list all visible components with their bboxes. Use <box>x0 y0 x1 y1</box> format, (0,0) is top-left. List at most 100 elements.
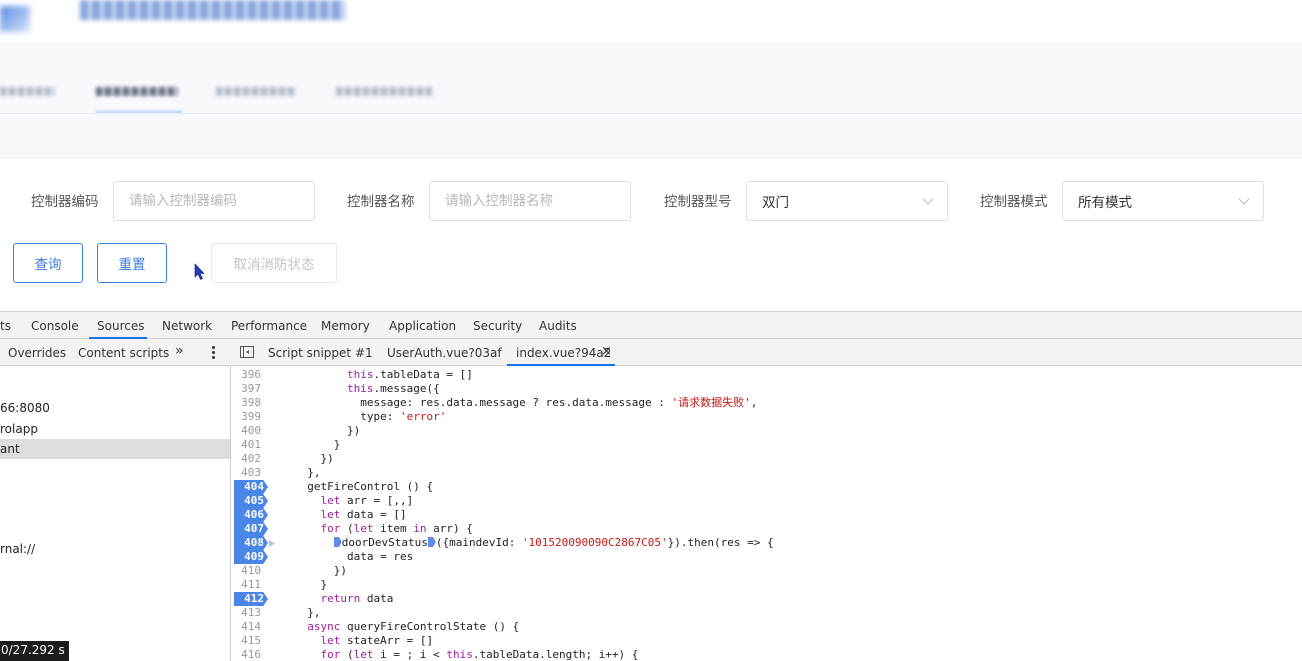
code-view[interactable]: 396 this.tableData = [] 397 this.message(… <box>231 366 1302 661</box>
devtools-tab-sources[interactable]: Sources <box>97 319 144 333</box>
code-line[interactable]: 410 }) <box>231 564 1302 578</box>
devtools-tab-memory[interactable]: Memory <box>321 319 370 333</box>
code-text: this.tableData = [] <box>346 368 473 381</box>
devtools-tab-network[interactable]: Network <box>162 319 212 333</box>
tree-item-internal[interactable]: rnal:// <box>0 539 230 559</box>
code-label: 控制器编码 <box>31 194 99 210</box>
devtools-tab-security[interactable]: Security <box>473 319 522 333</box>
query-button[interactable]: 查询 <box>13 243 83 283</box>
navigator-tab-overrides[interactable]: Overrides <box>8 346 66 360</box>
inline-breakpoint-icon[interactable] <box>333 537 342 547</box>
tree-item-folder[interactable]: rolapp <box>0 419 230 439</box>
breakpoint-marker[interactable]: 407 <box>234 522 268 536</box>
line-number[interactable]: 413 <box>231 606 261 620</box>
devtools-tab-elements[interactable]: ts <box>0 319 11 333</box>
tree-item-selected[interactable]: ant <box>0 439 230 459</box>
breakpoint-marker[interactable]: 405 <box>234 494 268 508</box>
file-tab-index[interactable]: index.vue?94a2 <box>516 346 611 360</box>
editor-file-tabs: Script snippet #1 UserAuth.vue?03af inde… <box>231 339 1302 366</box>
code-text: doorDevStatus ({maindevId: '101520090090C… <box>294 536 774 550</box>
code-line[interactable]: 412 return data <box>231 592 1302 606</box>
double-chevron-right-icon[interactable]: » <box>175 343 184 359</box>
code-line[interactable]: 408 doorDevStatus ({maindevId: '101520090… <box>231 536 1302 550</box>
code-line[interactable]: 403 }, <box>231 466 1302 480</box>
code-text: let stateArr = [] <box>320 634 434 647</box>
code-line[interactable]: 405 let arr = [,,] <box>231 494 1302 508</box>
line-number[interactable]: 414 <box>231 620 261 634</box>
code-line[interactable]: 404 getFireControl () { <box>231 480 1302 494</box>
name-label: 控制器名称 <box>347 194 415 210</box>
code-line[interactable]: 409 data = res <box>231 550 1302 564</box>
mode-select-value: 所有模式 <box>1078 195 1132 211</box>
page-tab-strip <box>0 44 1302 159</box>
breakpoint-marker[interactable]: 408 <box>234 536 268 550</box>
line-number[interactable]: 400 <box>231 424 261 438</box>
line-number[interactable]: 403 <box>231 466 261 480</box>
code-text: }) <box>294 452 334 465</box>
devtools-tab-performance[interactable]: Performance <box>231 319 307 333</box>
page-tab-2[interactable] <box>96 87 178 96</box>
chevron-down-icon <box>1238 192 1250 205</box>
line-number[interactable]: 396 <box>231 368 261 382</box>
code-line[interactable]: 415 let stateArr = [] <box>231 634 1302 648</box>
breakpoint-marker[interactable]: 406 <box>234 508 268 522</box>
code-text: } <box>294 438 341 451</box>
line-number[interactable]: 401 <box>231 438 261 452</box>
code-line[interactable]: 411 } <box>231 578 1302 592</box>
code-text: type: 'error' <box>294 410 447 423</box>
file-tab-userauth[interactable]: UserAuth.vue?03af <box>387 346 502 360</box>
devtools-tabbar: ts Console Sources Network Performance M… <box>0 312 1302 339</box>
line-number[interactable]: 402 <box>231 452 261 466</box>
code-line[interactable]: 416 for (let i = ; i < this.tableData.le… <box>231 648 1302 661</box>
sources-navigator: Overrides Content scripts » 66:8080 rola… <box>0 339 231 661</box>
line-number[interactable]: 411 <box>231 578 261 592</box>
line-number[interactable]: 416 <box>231 648 261 661</box>
line-number[interactable]: 415 <box>231 634 261 648</box>
code-line[interactable]: 397 this.message({ <box>231 382 1302 396</box>
mouse-cursor-icon <box>194 263 205 280</box>
code-text: let arr = [,,] <box>320 494 414 507</box>
code-text: }, <box>294 606 321 619</box>
code-text: }, <box>294 466 321 479</box>
code-line[interactable]: 398 message: res.data.message ? res.data… <box>231 396 1302 410</box>
toggle-navigator-icon[interactable] <box>240 346 254 358</box>
page-tab-1[interactable] <box>0 87 55 96</box>
code-text: return data <box>320 592 394 605</box>
tab-divider <box>0 113 1302 114</box>
code-line[interactable]: 407 for (let item in arr) { <box>231 522 1302 536</box>
line-number[interactable]: 399 <box>231 410 261 424</box>
code-line[interactable]: 414 async queryFireControlState () { <box>231 620 1302 634</box>
inline-breakpoint-icon[interactable] <box>427 537 436 547</box>
code-text: } <box>294 578 328 591</box>
code-line[interactable]: 402 }) <box>231 452 1302 466</box>
breakpoint-marker[interactable]: 404 <box>234 480 268 494</box>
line-number[interactable]: 398 <box>231 396 261 410</box>
code-text: message: res.data.message ? res.data.mes… <box>294 396 758 409</box>
cancel-fire-state-button[interactable]: 取消消防状态 <box>211 243 337 283</box>
devtools-tab-audits[interactable]: Audits <box>539 319 577 333</box>
kebab-menu-icon[interactable] <box>212 346 216 360</box>
page-tab-4[interactable] <box>336 87 432 96</box>
code-input[interactable] <box>113 181 315 221</box>
breakpoint-marker[interactable]: 412 <box>234 592 268 606</box>
code-line[interactable]: 401 } <box>231 438 1302 452</box>
code-line[interactable]: 399 type: 'error' <box>231 410 1302 424</box>
file-tab-snippet[interactable]: Script snippet #1 <box>268 346 373 360</box>
page-tab-3[interactable] <box>216 87 296 96</box>
code-line[interactable]: 406 let data = [] <box>231 508 1302 522</box>
line-number[interactable]: 410 <box>231 564 261 578</box>
code-line[interactable]: 396 this.tableData = [] <box>231 368 1302 382</box>
reset-button[interactable]: 重置 <box>97 243 167 283</box>
close-icon[interactable]: × <box>601 344 612 359</box>
tree-item-host[interactable]: 66:8080 <box>0 398 230 418</box>
devtools-tab-console[interactable]: Console <box>31 319 79 333</box>
code-line[interactable]: 413 }, <box>231 606 1302 620</box>
devtools-tab-application[interactable]: Application <box>389 319 456 333</box>
breakpoint-marker[interactable]: 409 <box>234 550 268 564</box>
mode-select[interactable]: 所有模式 <box>1062 181 1264 221</box>
navigator-tab-content-scripts[interactable]: Content scripts <box>78 346 169 360</box>
type-select[interactable]: 双门 <box>746 181 948 221</box>
name-input[interactable] <box>429 181 631 221</box>
code-line[interactable]: 400 }) <box>231 424 1302 438</box>
line-number[interactable]: 397 <box>231 382 261 396</box>
